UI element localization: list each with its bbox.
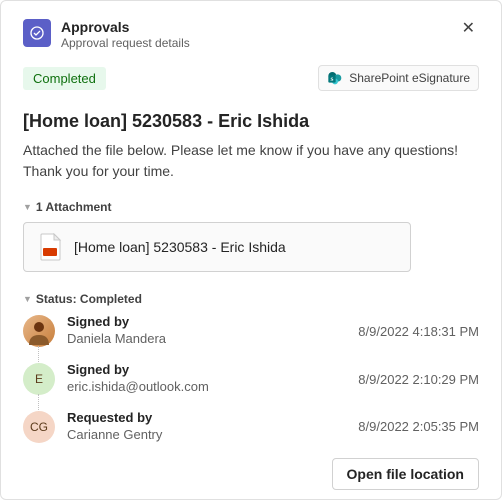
open-file-location-button[interactable]: Open file location (332, 458, 479, 490)
panel-header: Approvals Approval request details ✕ (23, 19, 479, 51)
timeline-text: Signed by eric.ishida@outlook.com (67, 362, 346, 396)
approval-details-panel: Approvals Approval request details ✕ Com… (0, 0, 502, 500)
timeline-user: eric.ishida@outlook.com (67, 379, 346, 396)
chevron-down-icon: ▼ (23, 294, 32, 304)
timeline-user: Daniela Mandera (67, 331, 346, 348)
status-section-header[interactable]: ▼ Status: Completed (23, 292, 479, 306)
panel-footer: Open file location (23, 458, 479, 490)
timeline-timestamp: 8/9/2022 2:10:29 PM (358, 372, 479, 387)
provider-label: SharePoint eSignature (349, 71, 470, 85)
header-title: Approvals (61, 19, 448, 36)
provider-badge: S SharePoint eSignature (318, 65, 479, 91)
request-message: Attached the file below. Please let me k… (23, 140, 479, 182)
chevron-down-icon: ▼ (23, 202, 32, 212)
avatar: CG (23, 411, 55, 443)
status-section-label: Status: Completed (36, 292, 142, 306)
timeline-item: Signed by Daniela Mandera 8/9/2022 4:18:… (23, 314, 479, 348)
avatar (23, 315, 55, 347)
sharepoint-icon: S (327, 70, 343, 86)
close-icon: ✕ (462, 20, 475, 37)
avatar-initial: CG (30, 420, 48, 434)
attachment-item[interactable]: [Home loan] 5230583 - Eric Ishida (23, 222, 411, 272)
timeline-text: Signed by Daniela Mandera (67, 314, 346, 348)
close-button[interactable]: ✕ (458, 19, 479, 39)
timeline-timestamp: 8/9/2022 2:05:35 PM (358, 419, 479, 434)
attachments-header[interactable]: ▼ 1 Attachment (23, 200, 479, 214)
timeline-action: Signed by (67, 314, 346, 331)
timeline-timestamp: 8/9/2022 4:18:31 PM (358, 324, 479, 339)
pdf-file-icon (38, 233, 62, 261)
status-row: Completed S SharePoint eSignature (23, 65, 479, 91)
timeline-item: CG Requested by Carianne Gentry 8/9/2022… (23, 410, 479, 444)
header-subtitle: Approval request details (61, 36, 448, 52)
request-title: [Home loan] 5230583 - Eric Ishida (23, 111, 479, 132)
timeline-action: Requested by (67, 410, 346, 427)
status-badge: Completed (23, 67, 106, 90)
svg-text:S: S (331, 77, 334, 83)
timeline-item: E Signed by eric.ishida@outlook.com 8/9/… (23, 362, 479, 396)
status-timeline: Signed by Daniela Mandera 8/9/2022 4:18:… (23, 314, 479, 443)
avatar-initial: E (35, 372, 43, 386)
timeline-action: Signed by (67, 362, 346, 379)
approvals-app-icon (23, 19, 51, 47)
timeline-text: Requested by Carianne Gentry (67, 410, 346, 444)
avatar: E (23, 363, 55, 395)
header-text: Approvals Approval request details (61, 19, 448, 51)
attachment-name: [Home loan] 5230583 - Eric Ishida (74, 239, 286, 255)
attachments-count-label: 1 Attachment (36, 200, 112, 214)
timeline-user: Carianne Gentry (67, 427, 346, 444)
